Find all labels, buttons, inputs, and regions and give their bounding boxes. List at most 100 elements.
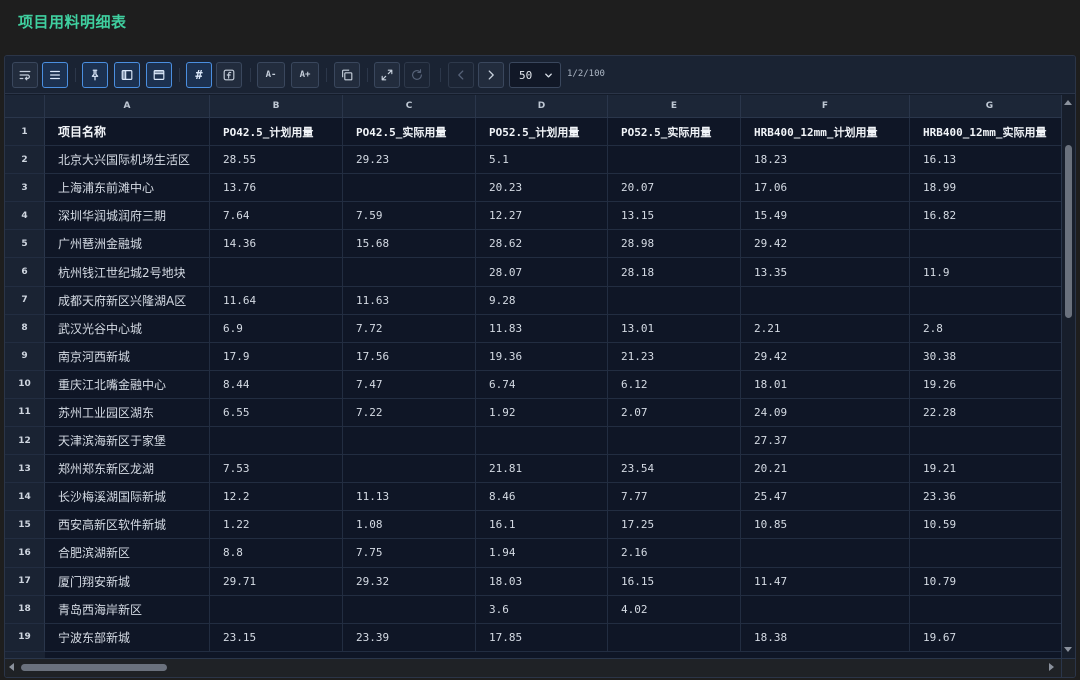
value-cell[interactable]: 23.15: [210, 623, 343, 652]
value-cell[interactable]: 6.55: [210, 398, 343, 428]
value-cell[interactable]: [910, 427, 1061, 456]
value-cell[interactable]: 7.72: [343, 314, 476, 343]
fullscreen-button[interactable]: [374, 62, 400, 88]
formula-button[interactable]: [216, 62, 242, 88]
value-cell[interactable]: 2.07: [608, 398, 741, 428]
value-cell[interactable]: 21.81: [476, 455, 608, 484]
value-cell[interactable]: 9.28: [476, 286, 608, 315]
value-cell[interactable]: 7.53: [210, 455, 343, 484]
value-cell[interactable]: [343, 174, 476, 203]
value-cell[interactable]: 29.42: [741, 230, 910, 259]
value-cell[interactable]: 23.54: [608, 455, 741, 484]
value-cell[interactable]: 7.75: [343, 539, 476, 568]
row-number[interactable]: 18: [5, 595, 45, 624]
value-cell[interactable]: 16.13: [910, 146, 1061, 175]
column-title-cell[interactable]: HRB400_12mm_实际用量: [910, 118, 1061, 147]
value-cell[interactable]: 8.44: [210, 370, 343, 399]
value-cell[interactable]: 2.21: [741, 314, 910, 343]
row-number[interactable]: 4: [5, 202, 45, 231]
value-cell[interactable]: 24.09: [741, 398, 910, 428]
value-cell[interactable]: 1.92: [476, 398, 608, 428]
value-cell[interactable]: 10.79: [910, 568, 1061, 596]
column-title-cell[interactable]: PO42.5_计划用量: [210, 118, 343, 147]
next-page-button[interactable]: [478, 62, 504, 88]
value-cell[interactable]: [210, 427, 343, 456]
value-cell[interactable]: [608, 286, 741, 315]
freeze-column-button[interactable]: [114, 62, 140, 88]
value-cell[interactable]: 13.15: [608, 202, 741, 231]
row-number[interactable]: 11: [5, 398, 45, 428]
project-name-cell[interactable]: 武汉光谷中心城: [45, 314, 210, 343]
value-cell[interactable]: [741, 595, 910, 624]
value-cell[interactable]: 29.23: [343, 146, 476, 175]
value-cell[interactable]: 17.9: [210, 342, 343, 371]
value-cell[interactable]: 12.27: [476, 202, 608, 231]
project-name-cell[interactable]: 成都天府新区兴隆湖A区: [45, 286, 210, 315]
scroll-right-arrow-icon[interactable]: [1049, 663, 1054, 671]
value-cell[interactable]: 13.76: [210, 174, 343, 203]
value-cell[interactable]: 16.82: [910, 202, 1061, 231]
vertical-scroll-thumb[interactable]: [1065, 145, 1072, 318]
column-header[interactable]: B: [210, 95, 343, 118]
value-cell[interactable]: 6.74: [476, 370, 608, 399]
value-cell[interactable]: 6.12: [608, 370, 741, 399]
value-cell[interactable]: [910, 539, 1061, 568]
row-number[interactable]: 19: [5, 623, 45, 652]
project-name-cell[interactable]: 上海浦东前滩中心: [45, 174, 210, 203]
value-cell[interactable]: 13.01: [608, 314, 741, 343]
project-name-cell[interactable]: 宁波东部新城: [45, 623, 210, 652]
value-cell[interactable]: 23.39: [343, 623, 476, 652]
value-cell[interactable]: 6.9: [210, 314, 343, 343]
value-cell[interactable]: 17.25: [608, 511, 741, 540]
value-cell[interactable]: 18.99: [910, 174, 1061, 203]
value-cell[interactable]: 7.64: [210, 202, 343, 231]
value-cell[interactable]: 11.64: [210, 286, 343, 315]
project-name-cell[interactable]: 西安高新区软件新城: [45, 511, 210, 540]
wrap-text-button[interactable]: [12, 62, 38, 88]
column-title-cell[interactable]: PO52.5_计划用量: [476, 118, 608, 147]
value-cell[interactable]: 17.56: [343, 342, 476, 371]
row-number[interactable]: 9: [5, 342, 45, 371]
column-header[interactable]: D: [476, 95, 608, 118]
value-cell[interactable]: 19.67: [910, 624, 1061, 652]
value-cell[interactable]: 28.18: [608, 258, 741, 287]
value-cell[interactable]: 16.15: [608, 567, 741, 596]
value-cell[interactable]: 1.08: [343, 511, 476, 540]
value-cell[interactable]: 23.36: [910, 483, 1061, 512]
row-number[interactable]: 8: [5, 314, 45, 343]
value-cell[interactable]: [476, 427, 608, 456]
value-cell[interactable]: 10.59: [910, 511, 1061, 540]
value-cell[interactable]: 18.01: [741, 370, 910, 399]
row-number[interactable]: 3: [5, 174, 45, 203]
prev-page-button[interactable]: [448, 62, 474, 88]
value-cell[interactable]: 12.2: [210, 483, 343, 512]
row-number[interactable]: 14: [5, 483, 45, 512]
font-decrease-button[interactable]: A-: [257, 62, 285, 88]
value-cell[interactable]: [210, 595, 343, 624]
row-number[interactable]: 16: [5, 539, 45, 568]
value-cell[interactable]: 4.02: [608, 595, 741, 624]
align-button[interactable]: [42, 62, 68, 88]
value-cell[interactable]: [343, 258, 476, 287]
font-increase-button[interactable]: A+: [291, 62, 319, 88]
value-cell[interactable]: 30.38: [910, 343, 1061, 371]
row-number[interactable]: 15: [5, 511, 45, 540]
value-cell[interactable]: 11.63: [343, 286, 476, 315]
value-cell[interactable]: 18.03: [476, 567, 608, 596]
column-header[interactable]: G: [910, 95, 1061, 118]
value-cell[interactable]: 7.47: [343, 370, 476, 399]
scroll-down-arrow-icon[interactable]: [1064, 647, 1072, 652]
value-cell[interactable]: 11.13: [343, 483, 476, 512]
scroll-up-arrow-icon[interactable]: [1064, 100, 1072, 105]
value-cell[interactable]: 8.8: [210, 539, 343, 568]
page-size-select[interactable]: 50: [509, 62, 561, 88]
project-name-cell[interactable]: 南京河西新城: [45, 342, 210, 371]
freeze-row-button[interactable]: [146, 62, 172, 88]
project-name-cell[interactable]: 长沙梅溪湖国际新城: [45, 483, 210, 512]
value-cell[interactable]: 11.47: [741, 567, 910, 596]
value-cell[interactable]: 7.22: [343, 398, 476, 428]
column-title-cell[interactable]: HRB400_12mm_计划用量: [741, 118, 910, 147]
vertical-scrollbar[interactable]: [1061, 95, 1075, 658]
horizontal-scroll-thumb[interactable]: [21, 664, 167, 671]
value-cell[interactable]: 28.07: [476, 258, 608, 287]
